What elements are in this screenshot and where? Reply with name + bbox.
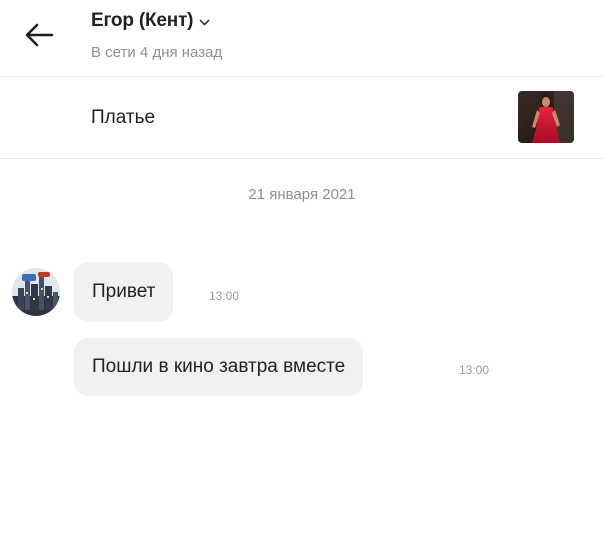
chevron-down-icon [199,19,210,27]
message-text: Привет [92,281,156,302]
message-time: 13:00 [459,363,490,377]
message-text: Пошли в кино завтра вместе [92,356,346,377]
city-skyline-avatar-icon [12,268,60,316]
product-divider [0,158,604,159]
date-separator: 21 января 2021 [248,186,356,203]
chat-header: Егор (Кент) В сети 4 дня назад [0,0,604,76]
message-time: 13:00 [209,289,240,303]
arrow-left-icon [25,23,54,47]
message-bubble[interactable]: Пошли в кино завтра вместе [74,338,364,396]
back-button[interactable] [22,18,56,52]
dress-photo [518,91,574,143]
message-bubble[interactable]: Привет [74,262,174,322]
contact-name: Егор (Кент) [91,10,194,31]
product-title: Платье [91,107,156,128]
contact-status: В сети 4 дня назад [91,44,223,61]
avatar[interactable] [12,268,60,316]
product-bar[interactable]: Платье [0,77,604,157]
contact-name-button[interactable]: Егор (Кент) [91,10,210,32]
product-thumbnail[interactable] [518,91,574,143]
